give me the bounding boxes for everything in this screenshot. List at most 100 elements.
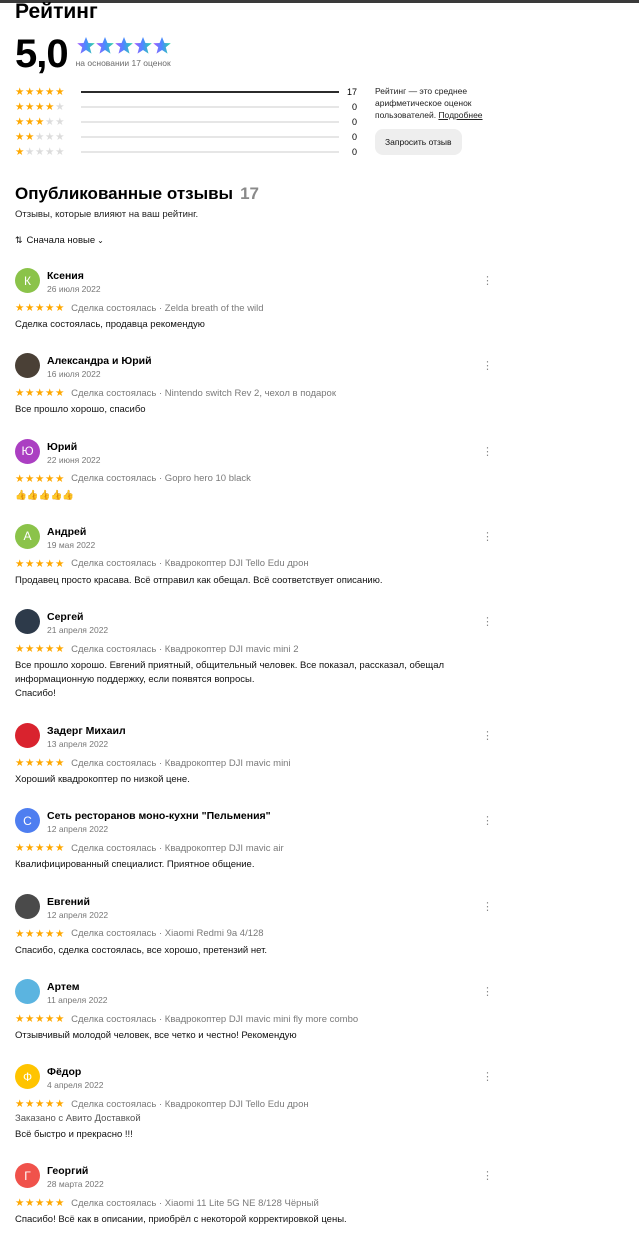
review-text: Отзывчивый молодой человек, все четко и … xyxy=(15,1030,297,1042)
review-header: С Сеть ресторанов моно-кухни "Пельмения" 1… xyxy=(15,808,493,834)
more-options-icon[interactable]: ⋮ xyxy=(482,901,493,912)
avatar[interactable]: С xyxy=(15,808,40,834)
review-text: Спасибо! Всё как в описании, приобрёл с … xyxy=(15,1214,347,1226)
avatar[interactable]: А xyxy=(15,523,40,549)
score-meta: на основании 17 оценок xyxy=(76,36,174,68)
review-author-name[interactable]: Ксения xyxy=(47,270,101,282)
histogram-row: ★★★★★ 0 xyxy=(15,114,357,129)
review-item: Ф Фёдор 4 апреля 2022 ⋮ ★★★★★ Сделка состояла… xyxy=(15,1064,493,1163)
review-author: Ксения 26 июля 2022 xyxy=(47,270,101,294)
review-author-name[interactable]: Георгий xyxy=(47,1165,104,1177)
review-deal: Сделка состоялась · Xiaomi 11 Lite 5G NE… xyxy=(71,1197,319,1209)
review-author-name[interactable]: Сергей xyxy=(47,611,108,623)
review-header: Артем 11 апреля 2022 xyxy=(15,979,493,1005)
review-header: Задерг Михаил 13 апреля 2022 xyxy=(15,723,493,749)
review-author-name[interactable]: Александра и Юрий xyxy=(47,355,152,367)
review-author-name[interactable]: Евгений xyxy=(47,896,108,908)
review-stars: ★★★★★ xyxy=(15,472,66,485)
review-date: 19 мая 2022 xyxy=(47,539,96,550)
more-options-icon[interactable]: ⋮ xyxy=(482,276,493,287)
rating-section: Рейтинг 5,0 на основании 17 оценок ★★★★★… xyxy=(15,0,625,246)
review-author-name[interactable]: Сеть ресторанов моно-кухни "Пельмения" xyxy=(47,810,271,822)
review-date: 21 апреля 2022 xyxy=(47,625,109,636)
review-author-name[interactable]: Юрий xyxy=(47,441,101,453)
histogram-row: ★★★★★ 0 xyxy=(15,144,357,159)
review-author: Фёдор 4 апреля 2022 xyxy=(47,1066,103,1090)
avatar[interactable]: Ю xyxy=(15,438,40,464)
avatar[interactable] xyxy=(15,723,40,749)
avatar[interactable] xyxy=(15,609,40,635)
review-text: Сделка состоялась, продавца рекомендую xyxy=(15,319,205,330)
review-item: Ю Юрий 22 июня 2022 ⋮ ★★★★★ Сделка состоялась… xyxy=(15,438,493,524)
avatar[interactable] xyxy=(15,893,40,919)
review-author-name[interactable]: Андрей xyxy=(47,526,95,538)
review-author-name[interactable]: Фёдор xyxy=(47,1066,103,1078)
review-text: Всё быстро и прекрасно !!! xyxy=(15,1129,133,1141)
more-options-icon[interactable]: ⋮ xyxy=(482,987,493,998)
histogram-stars: ★★★★★ xyxy=(15,100,66,113)
histogram-bar xyxy=(80,150,340,153)
review-item: К Ксения 26 июля 2022 ⋮ ★★★★★ Сделка состояла… xyxy=(15,268,493,353)
avatar[interactable]: Ф xyxy=(15,1064,40,1090)
review-meta: ★★★★★ Сделка состоялась · Xiaomi 11 Lite … xyxy=(15,1197,493,1209)
review-header: Евгений 12 апреля 2022 xyxy=(15,893,493,920)
review-author: Георгий 28 марта 2022 xyxy=(47,1165,104,1189)
avatar[interactable] xyxy=(15,353,40,379)
review-meta: ★★★★★ Сделка состоялась · Gopro hero 10 b… xyxy=(15,473,493,485)
review-stars: ★★★★★ xyxy=(15,643,66,656)
review-text: Все прошло хорошо, спасибо xyxy=(15,404,146,416)
published-subtitle: Отзывы, которые влияют на ваш рейтинг. xyxy=(15,209,199,220)
request-review-button[interactable]: Запросить отзыв xyxy=(375,129,462,155)
histogram-row: ★★★★★ 0 xyxy=(15,99,357,114)
review-deal: Сделка состоялась · Квадрокоптер DJI mav… xyxy=(71,757,291,769)
avatar-letter: А xyxy=(23,529,32,544)
more-options-icon[interactable]: ⋮ xyxy=(482,816,493,827)
avatar-letter: Ф xyxy=(22,1069,33,1084)
review-header: Ф Фёдор 4 апреля 2022 xyxy=(15,1064,493,1090)
review-item: Задерг Михаил 13 апреля 2022 ⋮ ★★★★★ Сделка … xyxy=(15,723,493,808)
review-header: А Андрей 19 мая 2022 xyxy=(15,523,493,550)
review-meta: ★★★★★ Сделка состоялась · Квадрокоптер DJ… xyxy=(15,643,493,655)
more-options-icon[interactable]: ⋮ xyxy=(482,1072,493,1083)
review-author: Александра и Юрий 16 июля 2022 xyxy=(47,355,152,379)
avatar[interactable]: Г xyxy=(15,1163,40,1189)
rating-score: 5,0 xyxy=(15,32,69,76)
review-text-line: Все прошло хорошо. Евгений приятный, общ… xyxy=(15,660,445,672)
published-title: Опубликованные отзывы xyxy=(15,184,234,203)
review-header: Г Георгий 28 марта 2022 xyxy=(15,1163,493,1189)
score-summary: 5,0 на основании 17 оценок xyxy=(15,32,625,76)
review-author-name[interactable]: Задерг Михаил xyxy=(47,725,126,737)
review-deal: Сделка состоялась · Квадрокоптер DJI mav… xyxy=(71,842,284,854)
review-meta: ★★★★★ Сделка состоялась · Квадрокоптер DJ… xyxy=(15,757,493,769)
more-options-icon[interactable]: ⋮ xyxy=(482,361,493,372)
review-item: Александра и Юрий 16 июля 2022 ⋮ ★★★★★ Сделк… xyxy=(15,353,493,438)
avatar[interactable]: К xyxy=(15,268,40,293)
review-date: 4 апреля 2022 xyxy=(47,1080,104,1091)
review-item: Артем 11 апреля 2022 ⋮ ★★★★★ Сделка состояла… xyxy=(15,979,493,1064)
avatar[interactable] xyxy=(15,979,40,1005)
histogram-stars: ★★★★★ xyxy=(15,85,66,98)
review-text: Хороший квадрокоптер по низкой цене. xyxy=(15,774,190,786)
sort-dropdown[interactable]: ⇅ Сначала новые ⌄ xyxy=(15,234,625,246)
review-author: Юрий 22 июня 2022 xyxy=(47,441,101,465)
review-date: 12 апреля 2022 xyxy=(47,824,109,835)
review-text-line: информационную поддержку, если появятся … xyxy=(15,674,255,686)
review-stars: ★★★★★ xyxy=(15,557,66,570)
more-options-icon[interactable]: ⋮ xyxy=(482,617,493,628)
review-meta: ★★★★★ Сделка состоялась · Квадрокоптер DJ… xyxy=(15,842,493,854)
more-link[interactable]: Подробнее xyxy=(438,110,482,120)
more-options-icon[interactable]: ⋮ xyxy=(482,1171,493,1182)
histogram-bar xyxy=(80,135,340,138)
review-stars: ★★★★★ xyxy=(15,1197,66,1210)
rating-breakdown: ★★★★★ 17 ★★★★★ 0 ★★★★★ 0 ★★★★★ 0 ★★★★★ 0 Рейтинг … xyxy=(15,84,625,159)
review-meta: ★★★★★ Сделка состоялась · Zelda breath of… xyxy=(15,302,493,314)
more-options-icon[interactable]: ⋮ xyxy=(482,531,493,542)
histogram-row: ★★★★★ 17 xyxy=(15,84,357,99)
more-options-icon[interactable]: ⋮ xyxy=(482,731,493,742)
review-meta: ★★★★★ Сделка состоялась · Квадрокоптер DJ… xyxy=(15,1098,493,1110)
histogram-row: ★★★★★ 0 xyxy=(15,129,357,144)
review-author-name[interactable]: Артем xyxy=(47,981,108,993)
more-options-icon[interactable]: ⋮ xyxy=(482,446,493,457)
avatar-letter: С xyxy=(23,813,32,828)
review-item: А Андрей 19 мая 2022 ⋮ ★★★★★ Сделка состоялас… xyxy=(15,523,493,609)
